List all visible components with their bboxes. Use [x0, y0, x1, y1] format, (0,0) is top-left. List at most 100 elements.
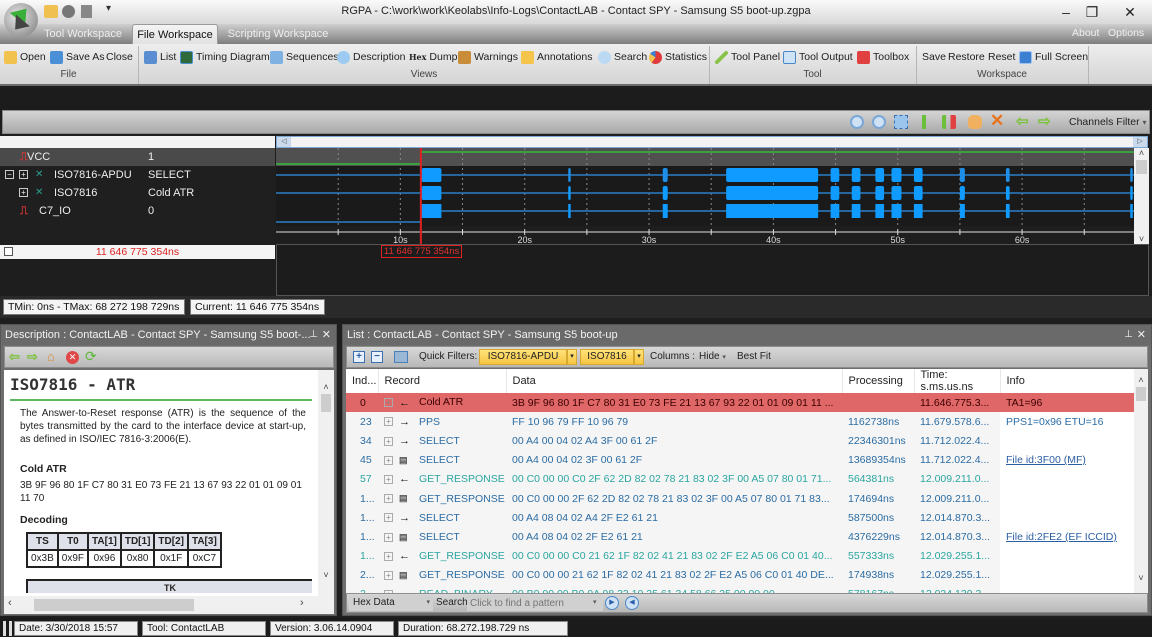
column-header[interactable]: Data — [506, 369, 843, 393]
filter-dropdown-icon[interactable]: ▾ — [634, 349, 644, 365]
pin-icon[interactable]: ⊥ — [1124, 325, 1133, 345]
toolbox-button[interactable]: Toolbox — [857, 49, 909, 65]
about-link[interactable]: About — [1072, 27, 1099, 39]
find-previous-icon[interactable]: ◀ — [625, 596, 639, 610]
table-row[interactable]: 2...+←READ_BINARY00 B0 00 00 B0 0A 98 33… — [346, 584, 1134, 593]
scroll-down-icon[interactable]: ˅ — [1134, 573, 1148, 583]
scroll-thumb[interactable] — [321, 394, 331, 412]
expand-row-icon[interactable]: + — [384, 513, 393, 523]
timing-diagram[interactable]: 10s 20s 30s 40s 50s 60s — [276, 148, 1134, 244]
table-row[interactable]: 1... + → SELECT 00 A4 08 04 02 A4 2F E2 61 2… — [346, 508, 1134, 528]
tab-tool-workspace[interactable]: Tool Workspace — [42, 24, 124, 44]
hand-icon[interactable] — [968, 115, 982, 129]
add-marker-icon[interactable] — [922, 115, 936, 129]
timing-vertical-scrollbar[interactable]: ˄ ˅ — [1134, 148, 1149, 244]
pattern-search-input[interactable] — [467, 595, 603, 611]
expand-icon[interactable]: + — [19, 170, 28, 179]
close-button[interactable]: ✕ — [1118, 2, 1142, 22]
expand-row-icon[interactable]: + — [384, 436, 393, 446]
expand-row-icon[interactable]: + — [384, 398, 393, 408]
channels-filter-dropdown[interactable]: Channels Filter ▾ — [1069, 116, 1147, 128]
export-icon[interactable] — [394, 351, 408, 363]
collapse-icon[interactable]: − — [5, 170, 14, 179]
statistics-button[interactable]: Statistics — [649, 49, 707, 65]
scroll-down-icon[interactable]: ˅ — [318, 570, 334, 580]
chevron-down-icon[interactable]: ▾ — [593, 598, 597, 606]
column-header[interactable]: Record — [378, 369, 507, 393]
annotations-button[interactable]: Annotations — [521, 49, 592, 65]
table-row[interactable]: 57 + ← GET_RESPONSE 00 C0 00 00 C0 2F 62 2D … — [346, 469, 1134, 489]
scroll-up-icon[interactable]: ˄ — [318, 382, 334, 392]
channel-row-iso7816[interactable]: + ✕ ISO7816 Cold ATR — [0, 184, 275, 202]
restore-button[interactable]: ❐ — [1080, 2, 1104, 22]
filter-dropdown-icon[interactable]: ▾ — [567, 349, 577, 365]
description-button[interactable]: Description — [337, 49, 406, 65]
data-format-select[interactable]: Hex Data ▾ — [349, 595, 433, 611]
list-view-button[interactable]: List — [144, 49, 176, 65]
dump-button[interactable]: Hex Dump — [409, 49, 457, 65]
sequences-button[interactable]: Sequences — [270, 49, 339, 65]
pin-icon[interactable]: ⊥ — [309, 325, 318, 345]
scroll-right-icon[interactable]: ▷ — [1133, 137, 1147, 147]
home-icon[interactable]: ⌂ — [47, 349, 55, 364]
full-screen-button[interactable]: Full Screen — [1019, 49, 1088, 65]
scroll-thumb[interactable] — [34, 599, 194, 611]
expand-row-icon[interactable]: + — [384, 571, 393, 580]
clear-icon[interactable]: ✕ — [990, 111, 1004, 131]
table-row[interactable]: 34 + → SELECT 00 A4 00 04 02 A4 3F 00 61 2F 2… — [346, 431, 1134, 451]
collapse-all-icon[interactable]: − — [371, 351, 383, 363]
scroll-down-icon[interactable]: ˅ — [1134, 234, 1149, 244]
column-header[interactable]: Ind... — [346, 369, 379, 393]
hide-columns-dropdown[interactable]: Hide ▾ — [699, 351, 726, 362]
table-row[interactable]: 1... + ← GET_RESPONSE 00 C0 00 00 C0 21 62 1… — [346, 546, 1134, 566]
table-row[interactable]: 2... + ▤ GET_RESPONSE 00 C0 00 00 21 62 1F 8… — [346, 565, 1134, 585]
expand-row-icon[interactable]: + — [384, 474, 393, 484]
tool-output-button[interactable]: Tool Output — [783, 49, 853, 65]
scroll-right-icon[interactable]: › — [300, 597, 304, 609]
tab-file-workspace[interactable]: File Workspace — [132, 24, 218, 44]
scroll-up-icon[interactable]: ˄ — [1134, 375, 1148, 385]
back-icon[interactable]: ⇦ — [9, 349, 20, 365]
scroll-thumb[interactable] — [1136, 387, 1146, 401]
expand-row-icon[interactable]: + — [384, 417, 393, 427]
find-next-icon[interactable]: ▶ — [605, 596, 619, 610]
channel-row-iso7816-apdu[interactable]: − + ✕ ISO7816-APDU SELECT — [0, 166, 275, 184]
panel-close-icon[interactable]: ✕ — [1137, 325, 1146, 345]
search-button[interactable]: Search — [598, 49, 647, 65]
expand-icon[interactable]: + — [19, 188, 28, 197]
zoom-out-icon[interactable] — [872, 115, 886, 129]
description-vertical-scrollbar[interactable]: ˄ ˅ — [318, 370, 334, 596]
arrow-left-icon[interactable]: ⇦ — [1016, 112, 1029, 130]
info-link[interactable]: File id:3F00 (MF) — [1006, 454, 1086, 466]
refresh-icon[interactable]: ⟳ — [85, 348, 97, 365]
column-header[interactable]: Time: s.ms.us.ns — [914, 369, 1001, 393]
minimize-button[interactable]: – — [1054, 2, 1078, 22]
table-row[interactable]: 23 + → PPS FF 10 96 79 FF 10 96 79 1162738ns 1… — [346, 412, 1134, 432]
workspace-reset-button[interactable]: Reset — [988, 49, 1015, 65]
horizontal-scrollbar[interactable] — [276, 136, 1148, 148]
expand-row-icon[interactable]: + — [384, 551, 393, 561]
arrow-right-icon[interactable]: ⇨ — [1038, 112, 1051, 130]
channel-row-vcc[interactable]: ⎍ VCC 1 — [0, 148, 275, 166]
timing-diagram-button[interactable]: Timing Diagram — [180, 49, 270, 65]
tool-panel-button[interactable]: Tool Panel — [715, 49, 780, 65]
scroll-left-icon[interactable]: ‹ — [8, 597, 12, 609]
channel-row-c7-io[interactable]: ⎍ C7_IO 0 — [0, 202, 275, 220]
open-button[interactable]: Open — [4, 49, 46, 65]
zoom-in-icon[interactable] — [850, 115, 864, 129]
tab-scripting-workspace[interactable]: Scripting Workspace — [226, 24, 330, 44]
scroll-left-icon[interactable]: ◁ — [277, 137, 291, 147]
zoom-fit-icon[interactable] — [894, 115, 908, 129]
column-header[interactable]: Info — [1000, 369, 1134, 393]
forward-icon[interactable]: ⇨ — [27, 349, 38, 365]
list-vertical-scrollbar[interactable]: ˄ ˅ — [1134, 369, 1148, 593]
save-as-button[interactable]: Save As — [50, 49, 105, 65]
expand-row-icon[interactable]: + — [384, 532, 393, 542]
scroll-up-icon[interactable]: ˄ — [1134, 148, 1149, 158]
marker-checkbox[interactable] — [4, 247, 13, 256]
filter-iso7816-apdu[interactable]: ISO7816-APDU — [479, 349, 567, 365]
close-file-button[interactable]: Close — [106, 49, 133, 65]
scroll-thumb[interactable] — [1136, 160, 1147, 174]
filter-iso7816[interactable]: ISO7816 — [580, 349, 634, 365]
panel-close-icon[interactable]: ✕ — [322, 325, 331, 345]
